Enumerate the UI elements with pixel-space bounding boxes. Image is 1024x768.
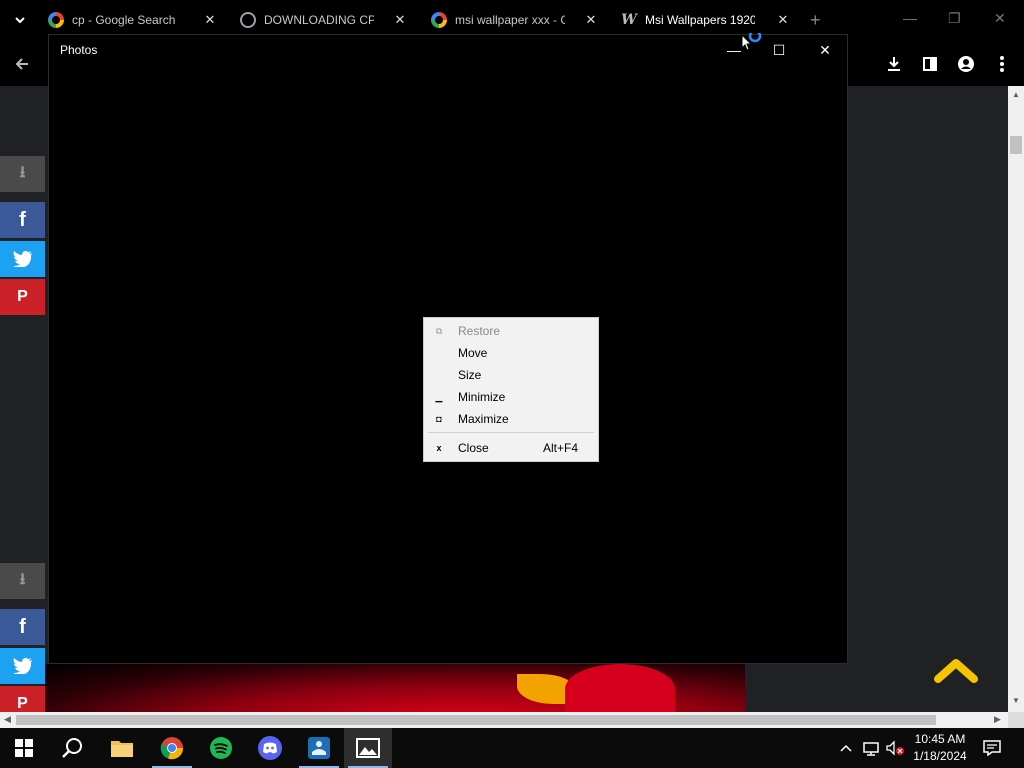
profile-icon[interactable] xyxy=(954,52,978,76)
wallpaper-image[interactable] xyxy=(45,664,745,712)
new-tab-button[interactable]: + xyxy=(810,10,821,31)
menu-item-label: Restore xyxy=(458,324,501,338)
menu-item-close[interactable]: x Close Alt+F4 xyxy=(424,437,598,459)
scrollbar-corner xyxy=(1008,712,1024,728)
close-icon: x xyxy=(436,443,442,453)
tab-close-icon[interactable]: ✕ xyxy=(202,12,218,28)
tab-label: Msi Wallpapers 1920x1 xyxy=(645,13,755,27)
tab-label: cp - Google Search xyxy=(72,13,176,27)
google-icon xyxy=(431,12,447,28)
menu-item-label: Size xyxy=(458,368,482,382)
scroll-right-arrow-icon[interactable]: ▶ xyxy=(994,714,1001,725)
menu-item-accelerator: Alt+F4 xyxy=(543,441,579,455)
menu-item-move[interactable]: Move xyxy=(424,342,598,364)
menu-item-label: Close xyxy=(458,441,489,455)
scrollbar-thumb[interactable] xyxy=(16,715,936,725)
menu-item-size[interactable]: Size xyxy=(424,364,598,386)
menu-item-label: Move xyxy=(458,346,488,360)
file-explorer-icon[interactable] xyxy=(98,728,146,768)
taskbar: 10:45 AM 1/18/2024 xyxy=(0,728,1024,768)
vertical-scrollbar[interactable]: ▲ ▼ xyxy=(1008,86,1024,712)
maximize-icon: ◘ xyxy=(436,414,442,424)
menu-item-label: Maximize xyxy=(458,412,509,426)
share-download-icon[interactable]: ⭳ xyxy=(0,563,45,599)
close-button[interactable]: ✕ xyxy=(802,39,848,61)
dragon-figure xyxy=(565,664,675,712)
facebook-share-icon[interactable]: f xyxy=(0,609,45,645)
share-download-icon[interactable]: ⭳ xyxy=(0,156,45,192)
scroll-to-top-icon[interactable] xyxy=(934,655,978,685)
browser-close-button[interactable]: ✕ xyxy=(994,10,1006,27)
app-icon[interactable] xyxy=(295,728,343,768)
search-icon[interactable] xyxy=(48,728,96,768)
pinterest-share-icon[interactable]: P xyxy=(0,279,45,315)
download-icon[interactable] xyxy=(882,52,906,76)
twitter-share-icon[interactable] xyxy=(0,648,45,684)
more-menu-icon[interactable] xyxy=(990,52,1014,76)
w-icon: W xyxy=(621,12,637,28)
minimize-icon: ▁ xyxy=(435,391,443,402)
photos-icon[interactable] xyxy=(344,728,392,768)
network-icon[interactable] xyxy=(860,728,882,768)
browser-tab[interactable]: cp - Google Search ✕ xyxy=(48,6,218,34)
side-panel-icon[interactable] xyxy=(918,52,942,76)
google-icon xyxy=(48,12,64,28)
tab-search-chevron-icon[interactable] xyxy=(8,8,32,32)
window-title: Photos xyxy=(60,43,98,57)
start-icon[interactable] xyxy=(0,728,48,768)
horizontal-scrollbar[interactable]: ◀ ▶ xyxy=(0,712,1008,728)
clock-date: 1/18/2024 xyxy=(913,749,967,763)
scrollbar-thumb[interactable] xyxy=(1010,136,1022,154)
twitter-share-icon[interactable] xyxy=(0,241,45,277)
volume-muted-icon[interactable] xyxy=(884,728,906,768)
spotify-icon[interactable] xyxy=(197,728,245,768)
facebook-share-icon[interactable]: f xyxy=(0,202,45,238)
scroll-up-arrow-icon[interactable]: ▲ xyxy=(1008,90,1024,99)
menu-item-label: Minimize xyxy=(458,390,506,404)
restore-icon: ⧉ xyxy=(435,325,443,336)
chrome-icon[interactable] xyxy=(148,728,196,768)
notifications-icon[interactable] xyxy=(980,728,1004,768)
menu-item-maximize[interactable]: ◘ Maximize xyxy=(424,408,598,430)
tab-close-icon[interactable]: ✕ xyxy=(775,12,791,28)
back-arrow-icon[interactable] xyxy=(10,52,34,76)
browser-restore-button[interactable]: ❐ xyxy=(948,10,961,27)
tab-label: msi wallpaper xxx - Go xyxy=(455,13,565,27)
tab-label: DOWNLOADING CPU- xyxy=(264,13,374,27)
browser-tab[interactable]: DOWNLOADING CPU- ✕ xyxy=(240,6,408,34)
discord-icon[interactable] xyxy=(246,728,294,768)
browser-minimize-button[interactable]: — xyxy=(903,10,917,26)
menu-separator xyxy=(428,432,594,433)
clock-time: 10:45 AM xyxy=(914,732,966,746)
taskbar-clock[interactable]: 10:45 AM 1/18/2024 xyxy=(908,731,972,765)
menu-item-minimize[interactable]: ▁ Minimize xyxy=(424,386,598,408)
window-system-menu: ⧉ Restore Move Size ▁ Minimize ◘ Maximiz… xyxy=(423,317,599,462)
pinterest-share-icon[interactable]: P xyxy=(0,686,45,712)
menu-item-restore[interactable]: ⧉ Restore xyxy=(424,320,598,342)
scroll-left-arrow-icon[interactable]: ◀ xyxy=(4,714,11,725)
scroll-down-arrow-icon[interactable]: ▼ xyxy=(1008,696,1024,705)
mouse-cursor-icon xyxy=(740,29,764,57)
tab-close-icon[interactable]: ✕ xyxy=(583,12,599,28)
tab-close-icon[interactable]: ✕ xyxy=(392,12,408,28)
tray-chevron-icon[interactable] xyxy=(838,728,854,768)
browser-tab-active[interactable]: W Msi Wallpapers 1920x1 ✕ xyxy=(621,6,791,34)
globe-icon xyxy=(240,12,256,28)
photos-title-bar[interactable]: Photos — ☐ ✕ xyxy=(49,35,847,65)
browser-tab[interactable]: msi wallpaper xxx - Go ✕ xyxy=(431,6,599,34)
